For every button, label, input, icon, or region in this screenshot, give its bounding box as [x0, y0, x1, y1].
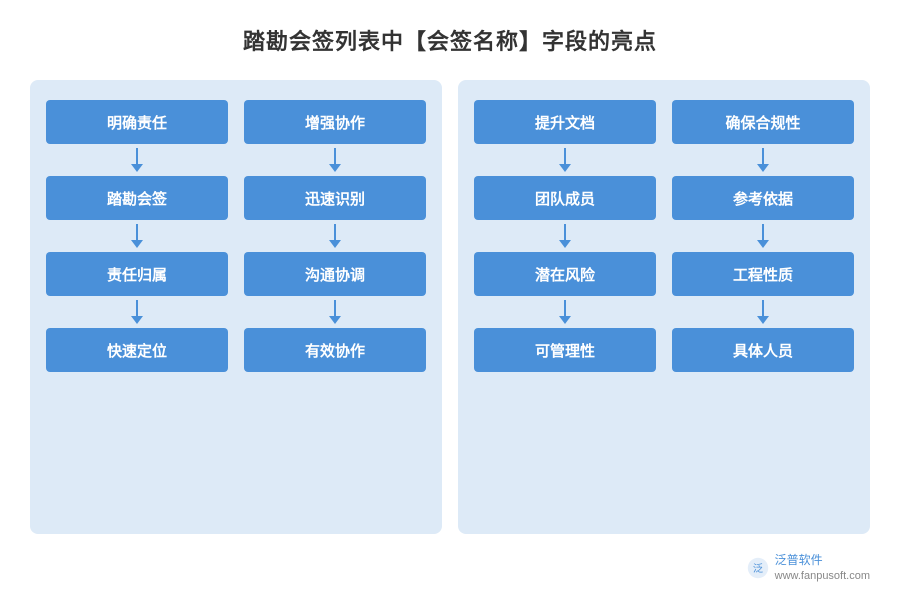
col3-item1: 团队成员 — [474, 176, 656, 220]
title-highlight: 【会签名称】 — [404, 29, 542, 54]
col4-item3: 具体人员 — [672, 328, 854, 372]
col3-item2: 潜在风险 — [474, 252, 656, 296]
col2-item1: 迅速识别 — [244, 176, 426, 220]
col1-item1: 踏勘会签 — [46, 176, 228, 220]
col4-header: 确保合规性 — [672, 100, 854, 144]
col3-item3: 可管理性 — [474, 328, 656, 372]
svg-text:泛: 泛 — [753, 563, 763, 575]
arrow-2-3 — [329, 296, 341, 328]
col1-item2: 责任归属 — [46, 252, 228, 296]
arrow-4-2 — [757, 220, 769, 252]
column-2: 增强协作 迅速识别 沟通协调 有效协作 — [244, 100, 426, 514]
col2-item3: 有效协作 — [244, 328, 426, 372]
right-panel: 提升文档 团队成员 潜在风险 可管理性 确保合规性 参考依据 工程性 — [458, 80, 870, 534]
col2-header: 增强协作 — [244, 100, 426, 144]
arrow-1-2 — [131, 220, 143, 252]
bottom-row: 泛 泛普软件 www.fanpusoft.com — [30, 542, 870, 584]
column-1: 明确责任 踏勘会签 责任归属 快速定位 — [46, 100, 228, 514]
watermark: 泛 泛普软件 www.fanpusoft.com — [747, 552, 870, 584]
arrow-2-1 — [329, 144, 341, 176]
col2-item2: 沟通协调 — [244, 252, 426, 296]
col1-header: 明确责任 — [46, 100, 228, 144]
arrow-3-3 — [559, 296, 571, 328]
col4-item2: 工程性质 — [672, 252, 854, 296]
arrow-3-2 — [559, 220, 571, 252]
main-container: 明确责任 踏勘会签 责任归属 快速定位 增强协作 迅速识别 沟通协调 — [30, 80, 870, 534]
arrow-2-2 — [329, 220, 341, 252]
column-3: 提升文档 团队成员 潜在风险 可管理性 — [474, 100, 656, 514]
column-4: 确保合规性 参考依据 工程性质 具体人员 — [672, 100, 854, 514]
watermark-logo-icon: 泛 — [747, 557, 769, 579]
title-suffix: 字段的亮点 — [542, 29, 657, 54]
watermark-url: www.fanpusoft.com — [775, 569, 870, 584]
left-panel: 明确责任 踏勘会签 责任归属 快速定位 增强协作 迅速识别 沟通协调 — [30, 80, 442, 534]
col4-item1: 参考依据 — [672, 176, 854, 220]
arrow-4-3 — [757, 296, 769, 328]
watermark-brand: 泛普软件 — [775, 552, 870, 569]
arrow-3-1 — [559, 144, 571, 176]
arrow-1-1 — [131, 144, 143, 176]
col1-item3: 快速定位 — [46, 328, 228, 372]
arrow-4-1 — [757, 144, 769, 176]
col3-header: 提升文档 — [474, 100, 656, 144]
watermark-text-container: 泛普软件 www.fanpusoft.com — [775, 552, 870, 584]
title-prefix: 踏勘会签列表中 — [243, 29, 404, 54]
arrow-1-3 — [131, 296, 143, 328]
page-title: 踏勘会签列表中【会签名称】字段的亮点 — [243, 24, 657, 56]
